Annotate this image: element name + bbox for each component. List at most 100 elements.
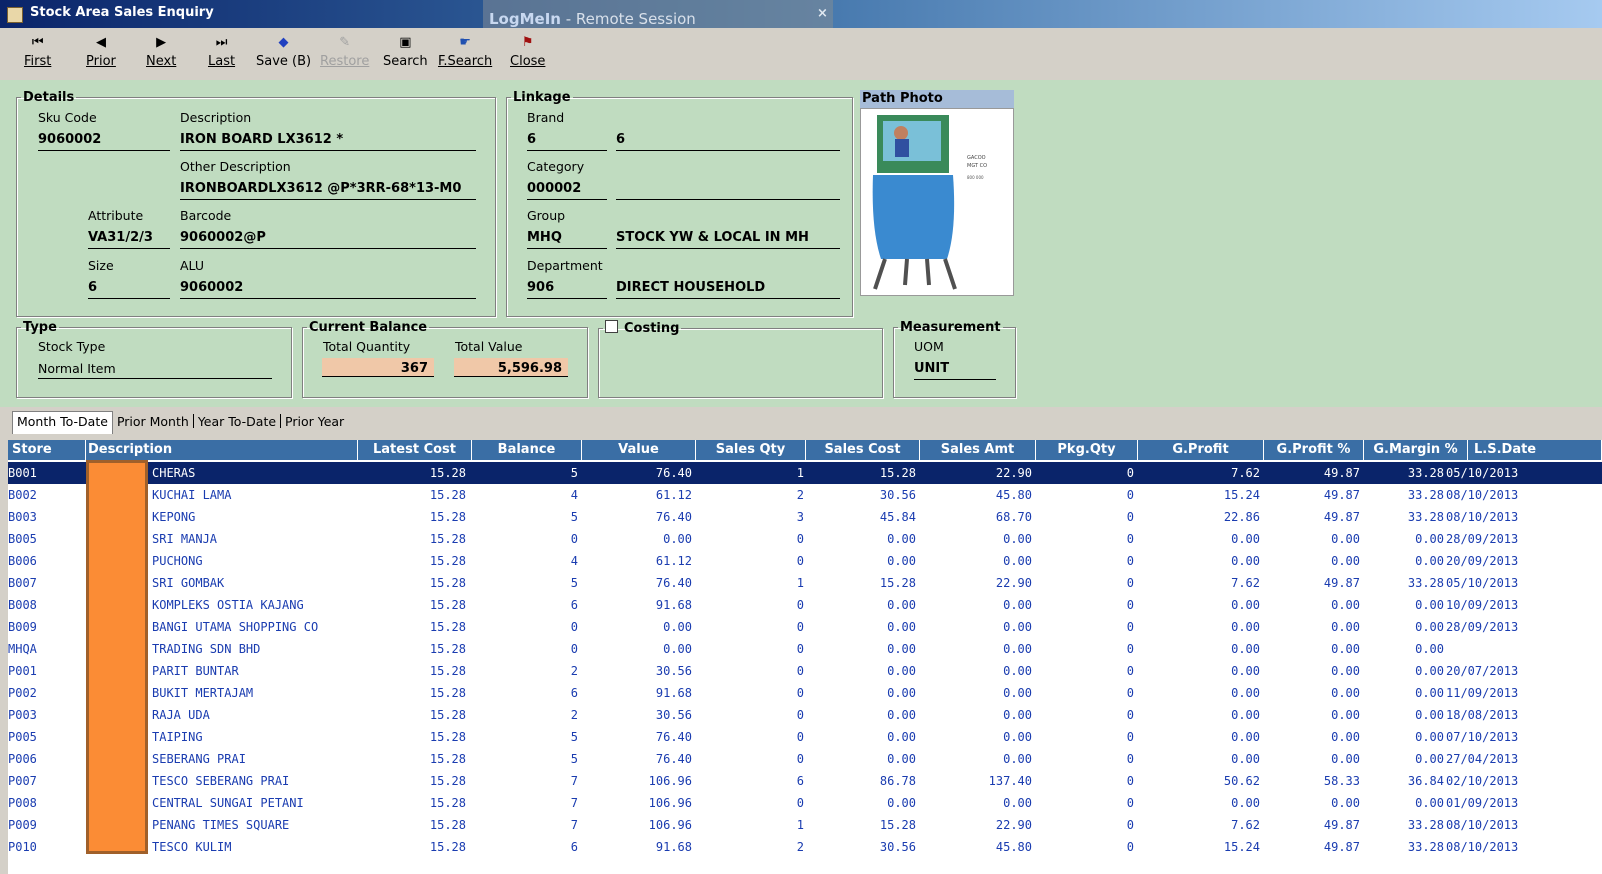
uom-field[interactable]: UNIT [914,361,996,380]
next-button[interactable]: ▶ Next [146,32,176,69]
col-store[interactable]: Store [8,440,86,460]
brand-code-field[interactable]: 6 [527,132,607,151]
path-photo-title: Path Photo [860,90,1014,108]
size-field[interactable]: 6 [88,280,170,299]
cell-gross-profit-pct: 0.00 [1331,664,1360,678]
cell-balance: 5 [570,466,578,480]
cell-sales-cost: 0.00 [887,620,916,634]
col-gross-profit[interactable]: G.Profit [1138,440,1264,460]
cell-pkg-qty: 0 [1126,510,1134,524]
first-button[interactable]: ⏮ First [24,32,51,69]
col-description[interactable]: Description [86,440,358,460]
sales-grid[interactable]: Store Description Latest Cost Balance Va… [8,440,1602,874]
cell-last-sale-date: 20/07/2013 [1446,664,1519,678]
table-row[interactable]: P008 CENTRAL SUNGAI PETANI 15.28 7 106.96 0 0.… [8,792,1602,814]
col-gross-profit-pct[interactable]: G.Profit % [1264,440,1364,460]
table-row[interactable]: P005 TAIPING 15.28 5 76.40 0 0.00 0.00 0 0.00 0.00… [8,726,1602,748]
cell-description: TESCO KULIM [152,840,232,854]
table-row[interactable]: B007 SRI GOMBAK 15.28 5 76.40 1 15.28 22.90 0 7.6… [8,572,1602,594]
col-last-sale-date[interactable]: L.S.Date [1468,440,1602,460]
sku-field[interactable]: 9060002 [38,132,170,151]
cell-sales-cost: 0.00 [887,664,916,678]
cell-pkg-qty: 0 [1126,488,1134,502]
total-quantity-field[interactable]: 367 [322,358,434,377]
table-row[interactable]: B006 PUCHONG 15.28 4 61.12 0 0.00 0.00 0 0.00 0.00… [8,550,1602,572]
cell-pkg-qty: 0 [1126,620,1134,634]
close-icon[interactable]: × [817,6,828,21]
col-latest-cost[interactable]: Latest Cost [358,440,472,460]
tab-year-to-date[interactable]: Year To-Date [194,412,280,434]
description-field[interactable]: IRON BOARD LX3612 * [180,132,476,151]
last-button[interactable]: ⏭ Last [208,32,235,69]
col-value[interactable]: Value [582,440,696,460]
col-gross-margin-pct[interactable]: G.Margin % [1364,440,1468,460]
table-row[interactable]: B003 KEPONG 15.28 5 76.40 3 45.84 68.70 0 22.86 49… [8,506,1602,528]
table-row[interactable]: B009 BANGI UTAMA SHOPPING CO 15.28 0 0.00 0 0.… [8,616,1602,638]
cell-last-sale-date: 05/10/2013 [1446,576,1519,590]
cell-gross-profit: 0.00 [1231,796,1260,810]
table-row[interactable]: P001 PARIT BUNTAR 15.28 2 30.56 0 0.00 0.00 0 0.0… [8,660,1602,682]
cell-store: P006 [8,752,37,766]
col-sales-qty[interactable]: Sales Qty [696,440,806,460]
table-row[interactable]: B008 KOMPLEKS OSTIA KAJANG 15.28 6 91.68 0 0.0… [8,594,1602,616]
cell-sales-amt: 22.90 [995,466,1032,480]
table-row[interactable]: B001 CHERAS 15.28 5 76.40 1 15.28 22.90 0 7.62 49.… [8,462,1602,484]
close-button[interactable]: ⚑ Close [510,32,545,69]
cell-gross-profit-pct: 0.00 [1331,532,1360,546]
tab-prior-month[interactable]: Prior Month [113,412,193,434]
cell-value: 76.40 [655,730,692,744]
barcode-field[interactable]: 9060002@P [180,230,476,249]
tab-month-to-date[interactable]: Month To-Date [12,411,113,434]
brand-name-field[interactable]: 6 [616,132,840,151]
fsearch-button[interactable]: ☛ F.Search [438,32,492,69]
group-name-field[interactable]: STOCK YW & LOCAL IN MH [616,230,840,249]
tab-prior-year[interactable]: Prior Year [281,412,348,434]
cell-sales-amt: 0.00 [1003,796,1032,810]
attribute-field[interactable]: VA31/2/3 [88,230,170,249]
cell-pkg-qty: 0 [1126,708,1134,722]
table-row[interactable]: P010 TESCO KULIM 15.28 6 91.68 2 30.56 45.80 0 15… [8,836,1602,858]
group-code-field[interactable]: MHQ [527,230,607,249]
table-row[interactable]: B002 KUCHAI LAMA 15.28 4 61.12 2 30.56 45.80 0 15… [8,484,1602,506]
table-row[interactable]: P007 TESCO SEBERANG PRAI 15.28 7 106.96 6 86.7… [8,770,1602,792]
cell-sales-qty: 0 [796,708,804,722]
cell-sales-amt: 0.00 [1003,686,1032,700]
save-button[interactable]: ◆ Save (B) [256,32,311,69]
cell-gross-profit: 15.24 [1223,840,1260,854]
cell-gross-profit-pct: 49.87 [1323,488,1360,502]
costing-checkbox[interactable] [605,320,618,333]
department-code-field[interactable]: 906 [527,280,607,299]
col-pkg-qty[interactable]: Pkg.Qty [1036,440,1138,460]
col-sales-amt[interactable]: Sales Amt [920,440,1036,460]
total-value-field[interactable]: 5,596.98 [454,358,568,377]
cell-sales-qty: 0 [796,532,804,546]
table-row[interactable]: P002 BUKIT MERTAJAM 15.28 6 91.68 0 0.00 0.00 0 0… [8,682,1602,704]
table-row[interactable]: MHQA TRADING SDN BHD 15.28 0 0.00 0 0.00 0.00 0 0… [8,638,1602,660]
restore-button[interactable]: ✎ Restore [320,32,369,69]
table-row[interactable]: P009 PENANG TIMES SQUARE 15.28 7 106.96 1 15.2… [8,814,1602,836]
cell-value: 91.68 [655,686,692,700]
stock-type-field[interactable]: Normal Item [38,361,272,379]
prior-button[interactable]: ◀ Prior [86,32,116,69]
table-row[interactable]: P003 RAJA UDA 15.28 2 30.56 0 0.00 0.00 0 0.00 0.0… [8,704,1602,726]
cell-store: P005 [8,730,37,744]
table-row[interactable]: P006 SEBERANG PRAI 15.28 5 76.40 0 0.00 0.00 0 0.… [8,748,1602,770]
category-code-field[interactable]: 000002 [527,181,607,200]
cell-balance: 4 [570,554,578,568]
cell-sales-amt: 0.00 [1003,752,1032,766]
col-sales-cost[interactable]: Sales Cost [806,440,920,460]
table-row[interactable]: B005 SRI MANJA 15.28 0 0.00 0 0.00 0.00 0 0.00 0.0… [8,528,1602,550]
cell-sales-amt: 137.40 [988,774,1032,788]
cell-balance: 5 [570,510,578,524]
alu-field[interactable]: 9060002 [180,280,476,299]
type-group: Type [16,320,292,398]
col-balance[interactable]: Balance [472,440,582,460]
category-name-field[interactable] [616,181,840,200]
linkage-legend: Linkage [513,90,571,105]
department-name-field[interactable]: DIRECT HOUSEHOLD [616,280,840,299]
cell-description: KOMPLEKS OSTIA KAJANG [152,598,304,612]
search-button[interactable]: ▣ Search [383,32,428,69]
cell-gross-profit: 0.00 [1231,642,1260,656]
other-description-field[interactable]: IRONBOARDLX3612 @P*3RR-68*13-M0 [180,181,476,200]
cell-sales-qty: 2 [796,488,804,502]
